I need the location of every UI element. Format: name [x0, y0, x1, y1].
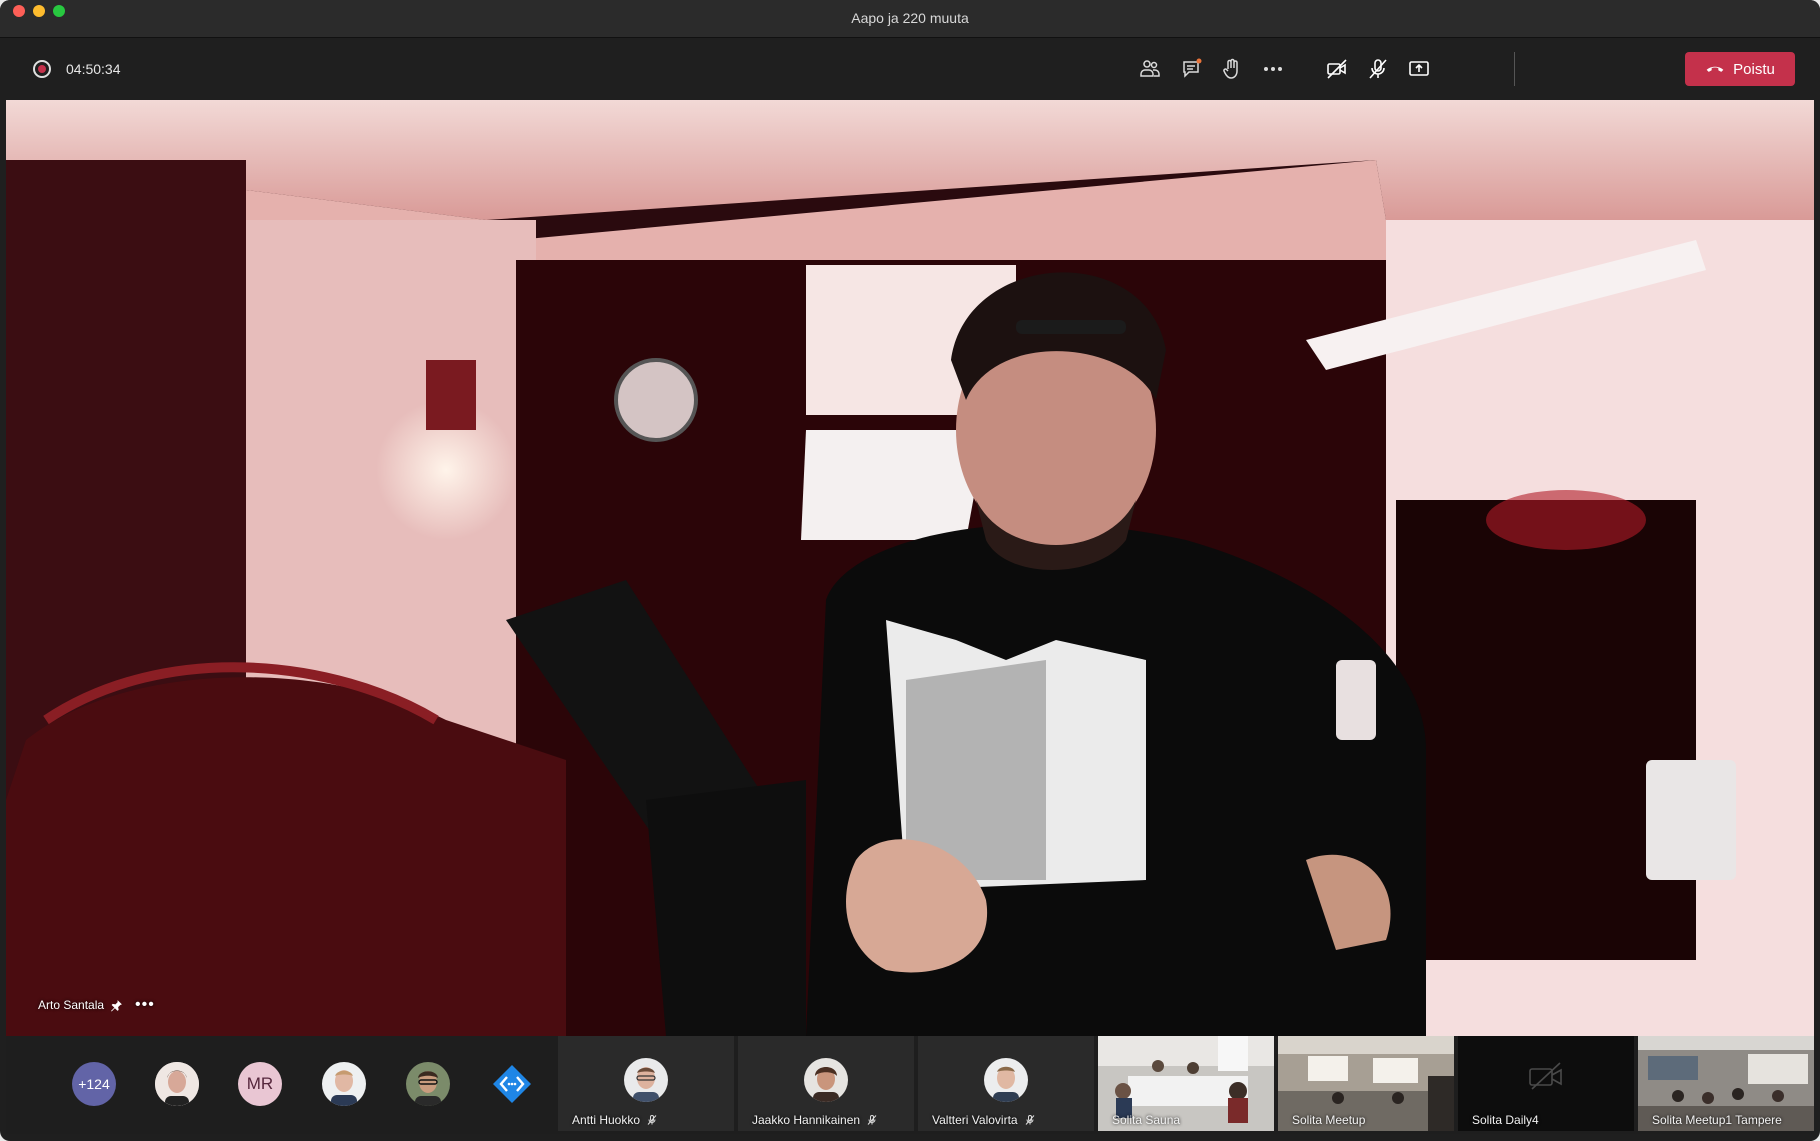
participant-name: Jaakko Hannikainen — [752, 1113, 861, 1127]
room-name: Solita Meetup — [1292, 1113, 1366, 1127]
chat-icon — [1183, 58, 1202, 78]
speaker-video-feed — [6, 100, 1814, 1036]
speaker-name: Arto Santala — [38, 998, 105, 1012]
more-actions-icon — [1264, 67, 1282, 71]
participant-photo — [322, 1062, 366, 1106]
participant-avatar[interactable] — [490, 1062, 534, 1106]
microphone-toggle-button[interactable] — [1361, 52, 1395, 86]
leave-meeting-button[interactable]: Poistu — [1685, 52, 1795, 86]
room-video-tile[interactable]: Solita Meetup — [1278, 1036, 1454, 1131]
pin-icon[interactable] — [110, 999, 123, 1012]
window-title: Aapo ja 220 muuta — [851, 10, 969, 26]
tile-name-label: Solita Sauna — [1112, 1113, 1180, 1127]
room-video-tile[interactable]: Solita Meetup1 Tampere — [1638, 1036, 1814, 1131]
room-name: Solita Meetup1 Tampere — [1652, 1113, 1782, 1127]
active-speaker-label: Arto Santala ••• — [38, 997, 155, 1013]
participant-tile[interactable]: Valtteri Valovirta — [918, 1036, 1094, 1131]
tile-name-label: Jaakko Hannikainen — [752, 1113, 878, 1127]
tile-name-label: Solita Meetup1 Tampere — [1652, 1113, 1782, 1127]
participant-name: Antti Huokko — [572, 1113, 641, 1127]
participant-photo — [984, 1058, 1028, 1102]
meeting-timer: 04:50:34 — [66, 61, 121, 77]
participants-icon — [1140, 60, 1160, 77]
room-video-tile[interactable]: Solita Daily4 — [1458, 1036, 1634, 1131]
room-name: Solita Daily4 — [1472, 1113, 1539, 1127]
participant-avatar[interactable] — [406, 1062, 450, 1106]
overflow-participants-button[interactable]: +124 — [72, 1062, 116, 1106]
participant-avatar[interactable]: MR — [238, 1062, 282, 1106]
hang-up-icon — [1706, 66, 1724, 72]
meeting-toolbar: 04:50:34 Poistu — [6, 38, 1814, 100]
tile-name-label: Solita Daily4 — [1472, 1113, 1539, 1127]
mic-muted-icon — [1025, 1115, 1034, 1125]
avatar-initials: MR — [246, 1074, 274, 1093]
mic-muted-icon — [867, 1115, 877, 1125]
title-bar: Aapo ja 220 muuta — [0, 0, 1820, 38]
participant-tile[interactable]: Jaakko Hannikainen — [738, 1036, 914, 1131]
participant-photo — [155, 1062, 199, 1106]
share-screen-button[interactable] — [1402, 52, 1436, 86]
participant-photo — [406, 1062, 450, 1106]
share-screen-icon — [1409, 61, 1429, 76]
room-video-tile[interactable]: Solita Sauna — [1098, 1036, 1274, 1131]
camera-off-icon — [1327, 59, 1347, 79]
chat-button[interactable] — [1175, 52, 1209, 86]
participant-avatar[interactable] — [155, 1062, 199, 1106]
code-badge-icon — [493, 1065, 531, 1103]
speaker-more-options[interactable]: ••• — [135, 997, 155, 1013]
raise-hand-icon — [1223, 58, 1238, 79]
mic-muted-icon — [647, 1115, 657, 1125]
tile-name-label: Valtteri Valovirta — [932, 1113, 1036, 1127]
camera-toggle-button[interactable] — [1320, 52, 1354, 86]
participant-avatar[interactable] — [322, 1062, 366, 1106]
participants-button[interactable] — [1133, 52, 1167, 86]
tile-name-label: Solita Meetup — [1292, 1113, 1365, 1127]
participant-tile[interactable]: Antti Huokko — [558, 1036, 734, 1131]
leave-label: Poistu — [1733, 60, 1775, 78]
more-actions-button[interactable] — [1256, 52, 1290, 86]
raise-hand-button[interactable] — [1215, 52, 1249, 86]
toolbar-divider — [1514, 52, 1515, 86]
room-name: Solita Sauna — [1112, 1113, 1181, 1127]
main-video-stage — [6, 100, 1814, 1036]
participant-photo — [804, 1058, 848, 1102]
recording-indicator-icon — [33, 60, 51, 78]
teams-meeting-window: Aapo ja 220 muuta 04:50:34 Poistu Arto S… — [0, 0, 1820, 1141]
participant-name: Valtteri Valovirta — [932, 1113, 1018, 1127]
camera-off-icon — [1529, 1062, 1562, 1090]
participant-photo — [624, 1058, 668, 1102]
tile-name-label: Antti Huokko — [572, 1113, 658, 1127]
mic-muted-icon — [1369, 59, 1387, 79]
